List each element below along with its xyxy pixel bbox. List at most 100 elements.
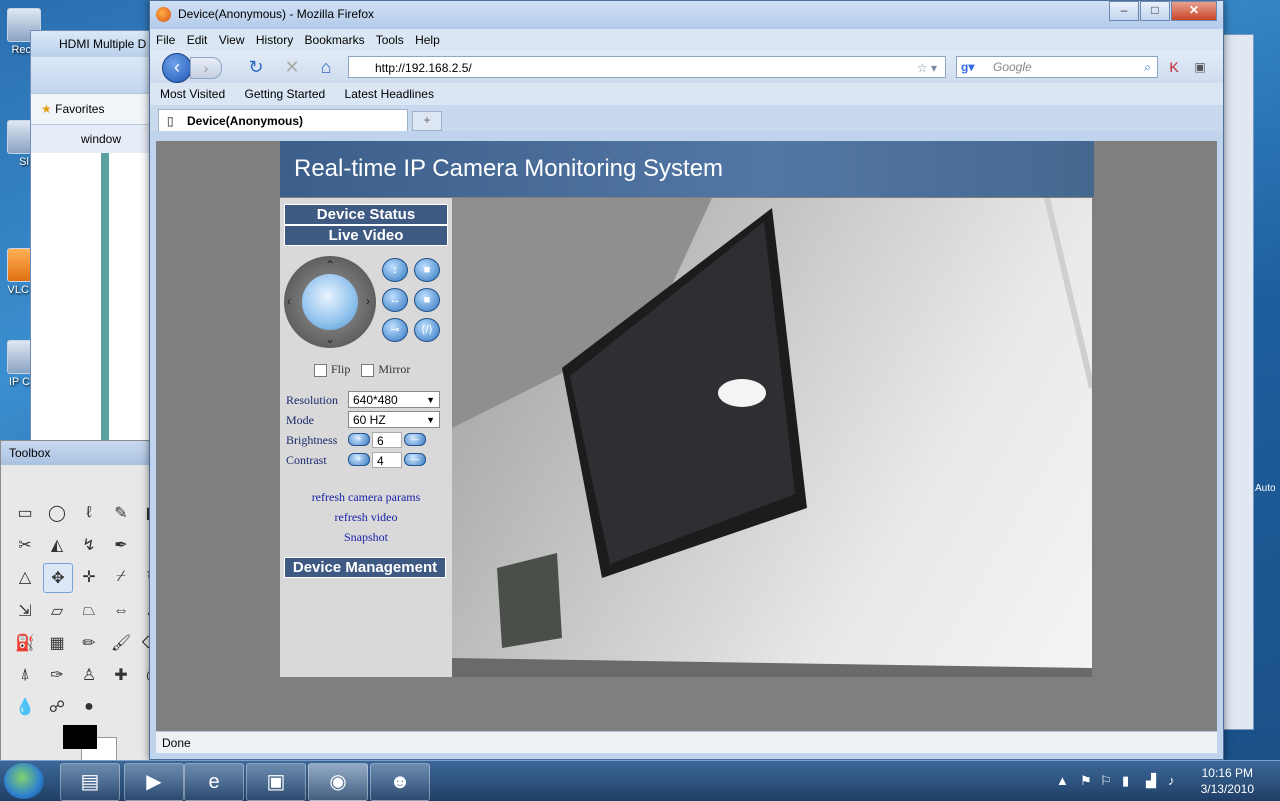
lasso-icon[interactable]: ℓ — [75, 499, 103, 527]
bucket-fill-icon[interactable]: ⛽ — [11, 629, 39, 657]
show-hidden-icons-icon[interactable]: ▲ — [1056, 773, 1069, 788]
flip-checkbox[interactable] — [314, 363, 327, 377]
live-video-button[interactable]: Live Video — [284, 225, 448, 246]
paths-icon[interactable]: ↯ — [75, 531, 103, 559]
dodge-burn-icon[interactable]: ☍ — [43, 693, 71, 721]
io-off-button[interactable]: ⟨/⟩ — [414, 318, 440, 342]
tab-device[interactable]: ▯ Device(Anonymous) — [158, 109, 408, 131]
stop-icon[interactable]: ✕ — [282, 57, 302, 77]
firefox-window[interactable]: Device(Anonymous) - Mozilla Firefox – □ … — [149, 0, 1224, 760]
heal-icon[interactable]: ✚ — [107, 661, 135, 689]
brightness-minus-button[interactable]: — — [404, 433, 426, 446]
move-icon[interactable]: ✥ — [43, 563, 73, 593]
color-picker-icon[interactable]: ✒ — [107, 531, 135, 559]
pan-left-icon[interactable]: ‹ — [287, 294, 291, 308]
crop-icon[interactable]: ⌿ — [107, 563, 135, 591]
paintbrush-icon[interactable]: 🖌 — [107, 629, 135, 657]
power-icon[interactable]: ▮ — [1122, 773, 1129, 789]
fuzzy-select-icon[interactable]: ✎ — [107, 499, 135, 527]
warning-flag-icon[interactable]: ⚑ — [1080, 773, 1092, 789]
search-input[interactable]: g▾ Google ⌕ — [956, 56, 1158, 78]
blend-icon[interactable]: ▦ — [43, 629, 71, 657]
menu-history[interactable]: History — [256, 33, 293, 47]
mode-select[interactable]: 60 HZ ▼ — [348, 411, 440, 428]
back-button[interactable]: ‹ — [162, 53, 192, 83]
flip-icon[interactable]: ⇔ — [107, 597, 135, 625]
ptz-control[interactable]: ⌃ ⌄ ‹ › — [284, 256, 376, 348]
bookmark-most-visited[interactable]: Most Visited — [160, 87, 225, 101]
menu-help[interactable]: Help — [415, 33, 440, 47]
pan-up-icon[interactable]: ⌃ — [325, 258, 335, 272]
live-video-feed[interactable] — [452, 198, 1092, 677]
ie-favorites-button[interactable]: Favorites — [55, 102, 104, 116]
ink-icon[interactable]: ✑ — [43, 661, 71, 689]
perspective-icon[interactable]: ⏢ — [75, 597, 103, 625]
menu-file[interactable]: File — [156, 33, 175, 47]
bookmark-star-icon[interactable]: ☆ ▾ — [917, 57, 937, 79]
align-icon[interactable]: ✛ — [75, 563, 103, 591]
bookmark-getting-started[interactable]: Getting Started — [244, 87, 325, 101]
clock[interactable]: 10:16 PM 3/13/2010 — [1201, 765, 1254, 797]
sharpen-icon[interactable]: ● — [75, 693, 103, 721]
scissors-icon[interactable]: ✂ — [11, 531, 39, 559]
contrast-plus-button[interactable]: + — [348, 453, 370, 466]
airbrush-icon[interactable]: ⍋ — [11, 661, 39, 689]
taskbar-remote[interactable]: ▣ — [246, 763, 306, 801]
taskbar-explorer[interactable]: ▤ — [60, 763, 120, 801]
horizontal-patrol-button[interactable]: ↔ — [382, 288, 408, 312]
menu-tools[interactable]: Tools — [376, 33, 404, 47]
bookmark-latest-headlines[interactable]: Latest Headlines — [345, 87, 434, 101]
addon-k-box-icon[interactable]: ▣ — [1190, 57, 1210, 77]
resolution-select[interactable]: 640*480 ▼ — [348, 391, 440, 408]
home-icon[interactable]: ⌂ — [316, 57, 336, 77]
ellipse-select-icon[interactable]: ◯ — [43, 499, 71, 527]
brightness-plus-button[interactable]: + — [348, 433, 370, 446]
contrast-minus-button[interactable]: — — [404, 453, 426, 466]
background-window-right[interactable]: Auto — [1222, 34, 1276, 730]
device-management-button[interactable]: Device Management — [284, 557, 446, 578]
refresh-video-link[interactable]: refresh video — [280, 510, 452, 525]
pan-down-icon[interactable]: ⌄ — [325, 332, 335, 346]
brightness-input[interactable]: 6 — [372, 432, 402, 448]
minimize-button[interactable]: – — [1109, 1, 1139, 21]
foreground-color-swatch[interactable] — [63, 725, 97, 749]
mirror-checkbox[interactable] — [361, 363, 375, 377]
network-icon[interactable]: ▟ — [1146, 773, 1156, 789]
contrast-input[interactable]: 4 — [372, 452, 402, 468]
vertical-patrol-button[interactable]: ↕ — [382, 258, 408, 282]
shear-icon[interactable]: ▱ — [43, 597, 71, 625]
pan-right-icon[interactable]: › — [366, 294, 370, 308]
refresh-camera-params-link[interactable]: refresh camera params — [280, 490, 452, 505]
url-bar[interactable]: http://192.168.2.5/ ☆ ▾ — [348, 56, 946, 78]
snapshot-link[interactable]: Snapshot — [280, 530, 452, 545]
ptz-center-button[interactable] — [302, 274, 358, 330]
search-icon[interactable]: ⌕ — [1144, 57, 1151, 77]
smudge-icon[interactable]: 💧 — [11, 693, 39, 721]
io-on-button[interactable]: ⊸ — [382, 318, 408, 342]
reload-icon[interactable]: ↻ — [246, 57, 266, 77]
pencil-icon[interactable]: ✏ — [75, 629, 103, 657]
start-button[interactable] — [4, 763, 44, 799]
close-button[interactable]: ✕ — [1171, 1, 1217, 21]
taskbar-gimp[interactable]: ☻ — [370, 763, 430, 801]
clone-icon[interactable]: ♙ — [75, 661, 103, 689]
ie-tab[interactable]: window — [81, 132, 121, 146]
taskbar-firefox[interactable]: ◉ — [308, 763, 368, 801]
taskbar-media-player[interactable]: ▶ — [124, 763, 184, 801]
new-tab-button[interactable]: + — [412, 111, 442, 131]
stop-horizontal-button[interactable]: ■ — [414, 288, 440, 312]
menu-edit[interactable]: Edit — [187, 33, 208, 47]
gimp-toolbox[interactable]: Toolbox ▭ ◯ ℓ ✎ ◧ ✂ ◭ ↯ ✒ ⌕ △ ✥ ✛ ⌿ ↻ ⇲ … — [0, 440, 164, 763]
device-status-button[interactable]: Device Status — [284, 204, 448, 225]
maximize-button[interactable]: □ — [1140, 1, 1170, 21]
scale-icon[interactable]: ⇲ — [11, 597, 39, 625]
foreground-select-icon[interactable]: ◭ — [43, 531, 71, 559]
taskbar-ie[interactable]: e — [184, 763, 244, 801]
addon-k-icon[interactable]: K — [1164, 57, 1184, 77]
rect-select-icon[interactable]: ▭ — [11, 499, 39, 527]
volume-icon[interactable]: ♪ — [1168, 773, 1175, 788]
action-center-icon[interactable]: ⚐ — [1100, 773, 1112, 789]
menu-bookmarks[interactable]: Bookmarks — [305, 33, 365, 47]
menu-view[interactable]: View — [219, 33, 245, 47]
forward-button[interactable]: › — [190, 57, 222, 79]
